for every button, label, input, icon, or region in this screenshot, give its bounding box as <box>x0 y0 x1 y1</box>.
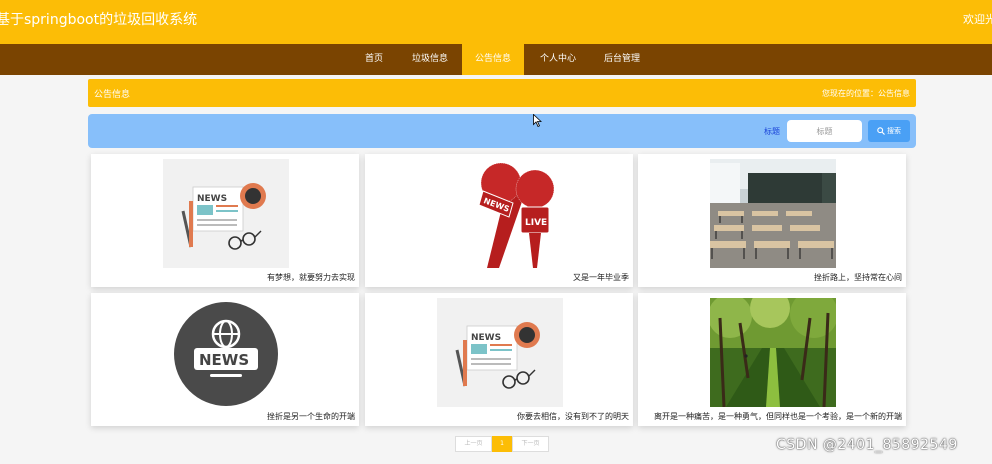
svg-text:NEWS: NEWS <box>197 194 227 204</box>
search-bar: 标题 搜索 <box>88 114 916 148</box>
card-caption: 有梦想，就要努力去实现 <box>267 273 355 282</box>
nav-item-home[interactable]: 首页 <box>356 44 392 75</box>
card-caption: 离开是一种痛苦，是一种勇气，但同样也是一个考验，是一个新的开端 <box>654 412 902 421</box>
news-paper-image: NEWS <box>437 298 563 407</box>
classroom-image <box>710 159 836 268</box>
prev-page-button[interactable]: 上一页 <box>455 436 492 452</box>
announcement-card[interactable]: NEWS 挫折是另一个生命的开端 <box>91 293 359 426</box>
mouse-cursor-icon <box>533 114 542 127</box>
announcement-card[interactable]: NEWS 你要去相信，没有到不了的明天 <box>365 293 633 426</box>
main-nav: 首页 垃圾信息 公告信息 个人中心 后台管理 <box>0 44 992 75</box>
svg-text:LIVE: LIVE <box>525 218 547 228</box>
welcome-text: 欢迎光 <box>963 13 992 26</box>
section-title: 公告信息 <box>94 90 131 100</box>
card-caption: 你要去相信，没有到不了的明天 <box>517 412 629 421</box>
search-button[interactable]: 搜索 <box>868 120 910 142</box>
live-news-image: NEWS LIVE <box>437 159 563 268</box>
announcement-card[interactable]: NEWS 有梦想，就要努力去实现 <box>91 154 359 287</box>
news-paper-image: NEWS <box>163 159 289 268</box>
site-title: 基于springboot的垃圾回收系统 <box>0 12 198 28</box>
announcement-card[interactable]: 离开是一种痛苦，是一种勇气，但同样也是一个考验，是一个新的开端 <box>638 293 906 426</box>
search-input[interactable] <box>787 120 862 142</box>
svg-text:NEWS: NEWS <box>471 333 501 343</box>
search-button-label: 搜索 <box>887 127 901 135</box>
svg-text:NEWS: NEWS <box>199 351 249 369</box>
watermark: CSDN @2401_85892549 <box>776 437 958 453</box>
search-label: 标题 <box>764 127 780 136</box>
nav-item-announcements[interactable]: 公告信息 <box>462 44 524 75</box>
tree-path-image <box>710 298 836 407</box>
nav-item-garbage-info[interactable]: 垃圾信息 <box>404 44 456 75</box>
breadcrumb: 您现在的位置：公告信息 <box>822 89 910 98</box>
nav-item-admin[interactable]: 后台管理 <box>596 44 648 75</box>
card-caption: 挫折路上，坚持常在心间 <box>814 273 902 282</box>
card-caption: 挫折是另一个生命的开端 <box>267 412 355 421</box>
top-header: 基于springboot的垃圾回收系统 欢迎光 <box>0 0 992 44</box>
next-page-button[interactable]: 下一页 <box>512 436 549 452</box>
nav-item-personal-center[interactable]: 个人中心 <box>532 44 584 75</box>
card-caption: 又是一年毕业季 <box>573 273 629 282</box>
announcement-card[interactable]: NEWS LIVE 又是一年毕业季 <box>365 154 633 287</box>
news-globe-image: NEWS <box>163 298 289 407</box>
current-page-button[interactable]: 1 <box>492 436 512 452</box>
search-icon <box>877 127 885 135</box>
section-title-bar: 公告信息 您现在的位置：公告信息 <box>88 79 916 107</box>
announcement-card[interactable]: 挫折路上，坚持常在心间 <box>638 154 906 287</box>
